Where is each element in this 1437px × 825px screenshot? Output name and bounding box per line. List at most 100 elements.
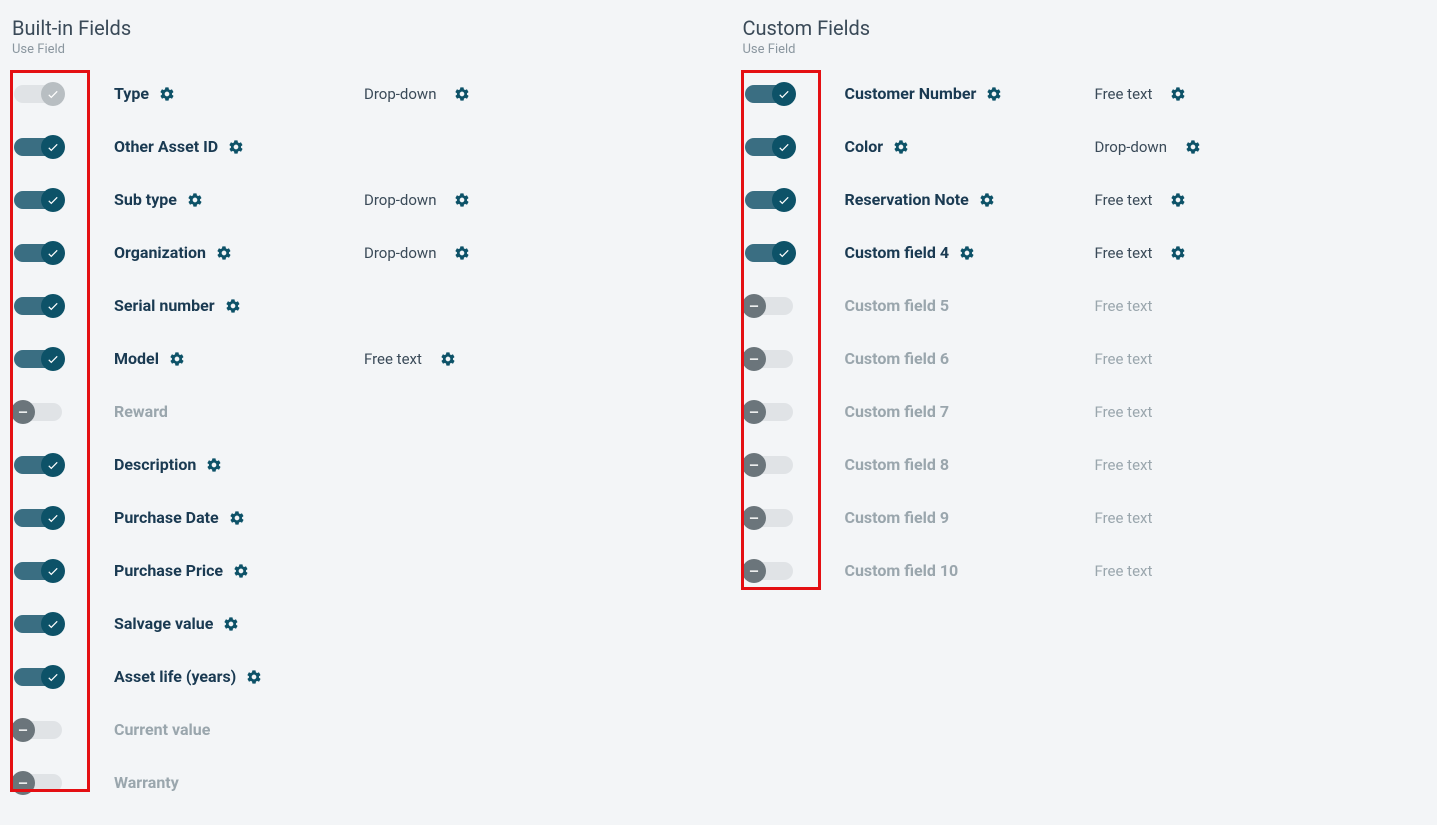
builtin-field-type: Free text — [364, 350, 422, 368]
gear-icon[interactable] — [454, 86, 470, 102]
gear-icon[interactable] — [986, 86, 1002, 102]
builtin-field-name: Asset life (years) — [114, 667, 236, 686]
custom-row-custom-field-8: Custom field 8Free text — [739, 438, 1430, 491]
builtin-toggle-description[interactable] — [14, 456, 62, 474]
minus-icon — [742, 347, 766, 371]
builtin-row-reward: Reward — [8, 385, 699, 438]
check-icon — [41, 135, 65, 159]
gear-icon[interactable] — [159, 86, 175, 102]
builtin-row-purchase-date: Purchase Date — [8, 491, 699, 544]
builtin-toggle-purchase-date[interactable] — [14, 509, 62, 527]
custom-toggle-custom-field-8[interactable] — [745, 456, 793, 474]
custom-toggle-custom-field-6[interactable] — [745, 350, 793, 368]
custom-row-custom-field-9: Custom field 9Free text — [739, 491, 1430, 544]
gear-icon[interactable] — [893, 139, 909, 155]
builtin-row-current-value: Current value — [8, 703, 699, 756]
custom-field-name: Reservation Note — [845, 190, 969, 209]
builtin-toggle-asset-life-years[interactable] — [14, 668, 62, 686]
gear-icon[interactable] — [1170, 86, 1186, 102]
builtin-toggle-serial-number[interactable] — [14, 297, 62, 315]
gear-icon[interactable] — [206, 457, 222, 473]
check-icon — [41, 241, 65, 265]
builtin-toggle-type — [14, 85, 62, 103]
builtin-toggle-reward[interactable] — [14, 403, 62, 421]
custom-toggle-custom-field-7[interactable] — [745, 403, 793, 421]
builtin-toggle-purchase-price[interactable] — [14, 562, 62, 580]
gear-icon[interactable] — [246, 669, 262, 685]
custom-row-customer-number: Customer NumberFree text — [739, 67, 1430, 120]
builtin-row-sub-type: Sub type Drop-down — [8, 173, 699, 226]
gear-icon[interactable] — [1170, 192, 1186, 208]
gear-icon[interactable] — [233, 563, 249, 579]
custom-field-name: Custom field 5 — [845, 296, 950, 315]
builtin-row-asset-life-years: Asset life (years) — [8, 650, 699, 703]
builtin-field-name: Reward — [114, 402, 168, 421]
custom-row-reservation-note: Reservation Note Free text — [739, 173, 1430, 226]
gear-icon[interactable] — [187, 192, 203, 208]
builtin-field-name: Other Asset ID — [114, 137, 218, 156]
gear-icon[interactable] — [1185, 139, 1201, 155]
custom-toggle-custom-field-10[interactable] — [745, 562, 793, 580]
builtin-field-name: Organization — [114, 243, 206, 262]
gear-icon[interactable] — [959, 245, 975, 261]
builtin-field-type: Drop-down — [364, 244, 436, 262]
gear-icon[interactable] — [454, 245, 470, 261]
gear-icon[interactable] — [454, 192, 470, 208]
gear-icon[interactable] — [229, 510, 245, 526]
builtin-toggle-current-value[interactable] — [14, 721, 62, 739]
custom-toggle-reservation-note[interactable] — [745, 191, 793, 209]
builtin-field-name: Warranty — [114, 773, 179, 792]
custom-field-name: Custom field 4 — [845, 243, 950, 262]
custom-toggle-custom-field-9[interactable] — [745, 509, 793, 527]
custom-row-custom-field-6: Custom field 6 Free text — [739, 332, 1430, 385]
custom-row-color: ColorDrop-down — [739, 120, 1430, 173]
gear-icon[interactable] — [228, 139, 244, 155]
minus-icon — [742, 506, 766, 530]
builtin-field-name: Description — [114, 455, 196, 474]
builtin-field-type: Drop-down — [364, 85, 436, 103]
gear-icon[interactable] — [1170, 245, 1186, 261]
builtin-row-serial-number: Serial number — [8, 279, 699, 332]
builtin-toggle-warranty[interactable] — [14, 774, 62, 792]
builtin-toggle-salvage-value[interactable] — [14, 615, 62, 633]
builtin-row-type: Type Drop-down — [8, 67, 699, 120]
builtin-field-name: Purchase Price — [114, 561, 223, 580]
builtin-row-description: Description — [8, 438, 699, 491]
gear-icon[interactable] — [440, 351, 456, 367]
custom-field-name: Custom field 10 — [845, 561, 959, 580]
builtin-toggle-organization[interactable] — [14, 244, 62, 262]
custom-use-field-label: Use Field — [743, 42, 1430, 57]
custom-toggle-color[interactable] — [745, 138, 793, 156]
custom-toggle-custom-field-4[interactable] — [745, 244, 793, 262]
custom-field-type: Free text — [1095, 350, 1153, 368]
custom-field-type: Free text — [1095, 456, 1153, 474]
gear-icon[interactable] — [225, 298, 241, 314]
minus-icon — [742, 559, 766, 583]
custom-toggle-custom-field-5[interactable] — [745, 297, 793, 315]
builtin-field-name: Sub type — [114, 190, 177, 209]
check-icon — [772, 135, 796, 159]
gear-icon[interactable] — [223, 616, 239, 632]
custom-toggle-customer-number[interactable] — [745, 85, 793, 103]
minus-icon — [742, 453, 766, 477]
gear-icon[interactable] — [169, 351, 185, 367]
builtin-toggle-sub-type[interactable] — [14, 191, 62, 209]
gear-icon[interactable] — [216, 245, 232, 261]
builtin-toggle-model[interactable] — [14, 350, 62, 368]
check-icon — [41, 506, 65, 530]
gear-icon[interactable] — [979, 192, 995, 208]
custom-field-name: Custom field 9 — [845, 508, 950, 527]
builtin-field-name: Salvage value — [114, 614, 213, 633]
builtin-field-type: Drop-down — [364, 191, 436, 209]
custom-field-type: Free text — [1095, 562, 1153, 580]
custom-field-name: Color — [845, 137, 884, 156]
custom-field-type: Free text — [1095, 244, 1153, 262]
check-icon — [41, 665, 65, 689]
builtin-field-name: Type — [114, 84, 149, 103]
minus-icon — [742, 294, 766, 318]
custom-field-name: Custom field 6 — [845, 349, 950, 368]
builtin-toggle-other-asset-id[interactable] — [14, 138, 62, 156]
custom-row-custom-field-10: Custom field 10 Free text — [739, 544, 1430, 597]
custom-field-type: Free text — [1095, 191, 1153, 209]
builtin-row-warranty: Warranty — [8, 756, 699, 809]
